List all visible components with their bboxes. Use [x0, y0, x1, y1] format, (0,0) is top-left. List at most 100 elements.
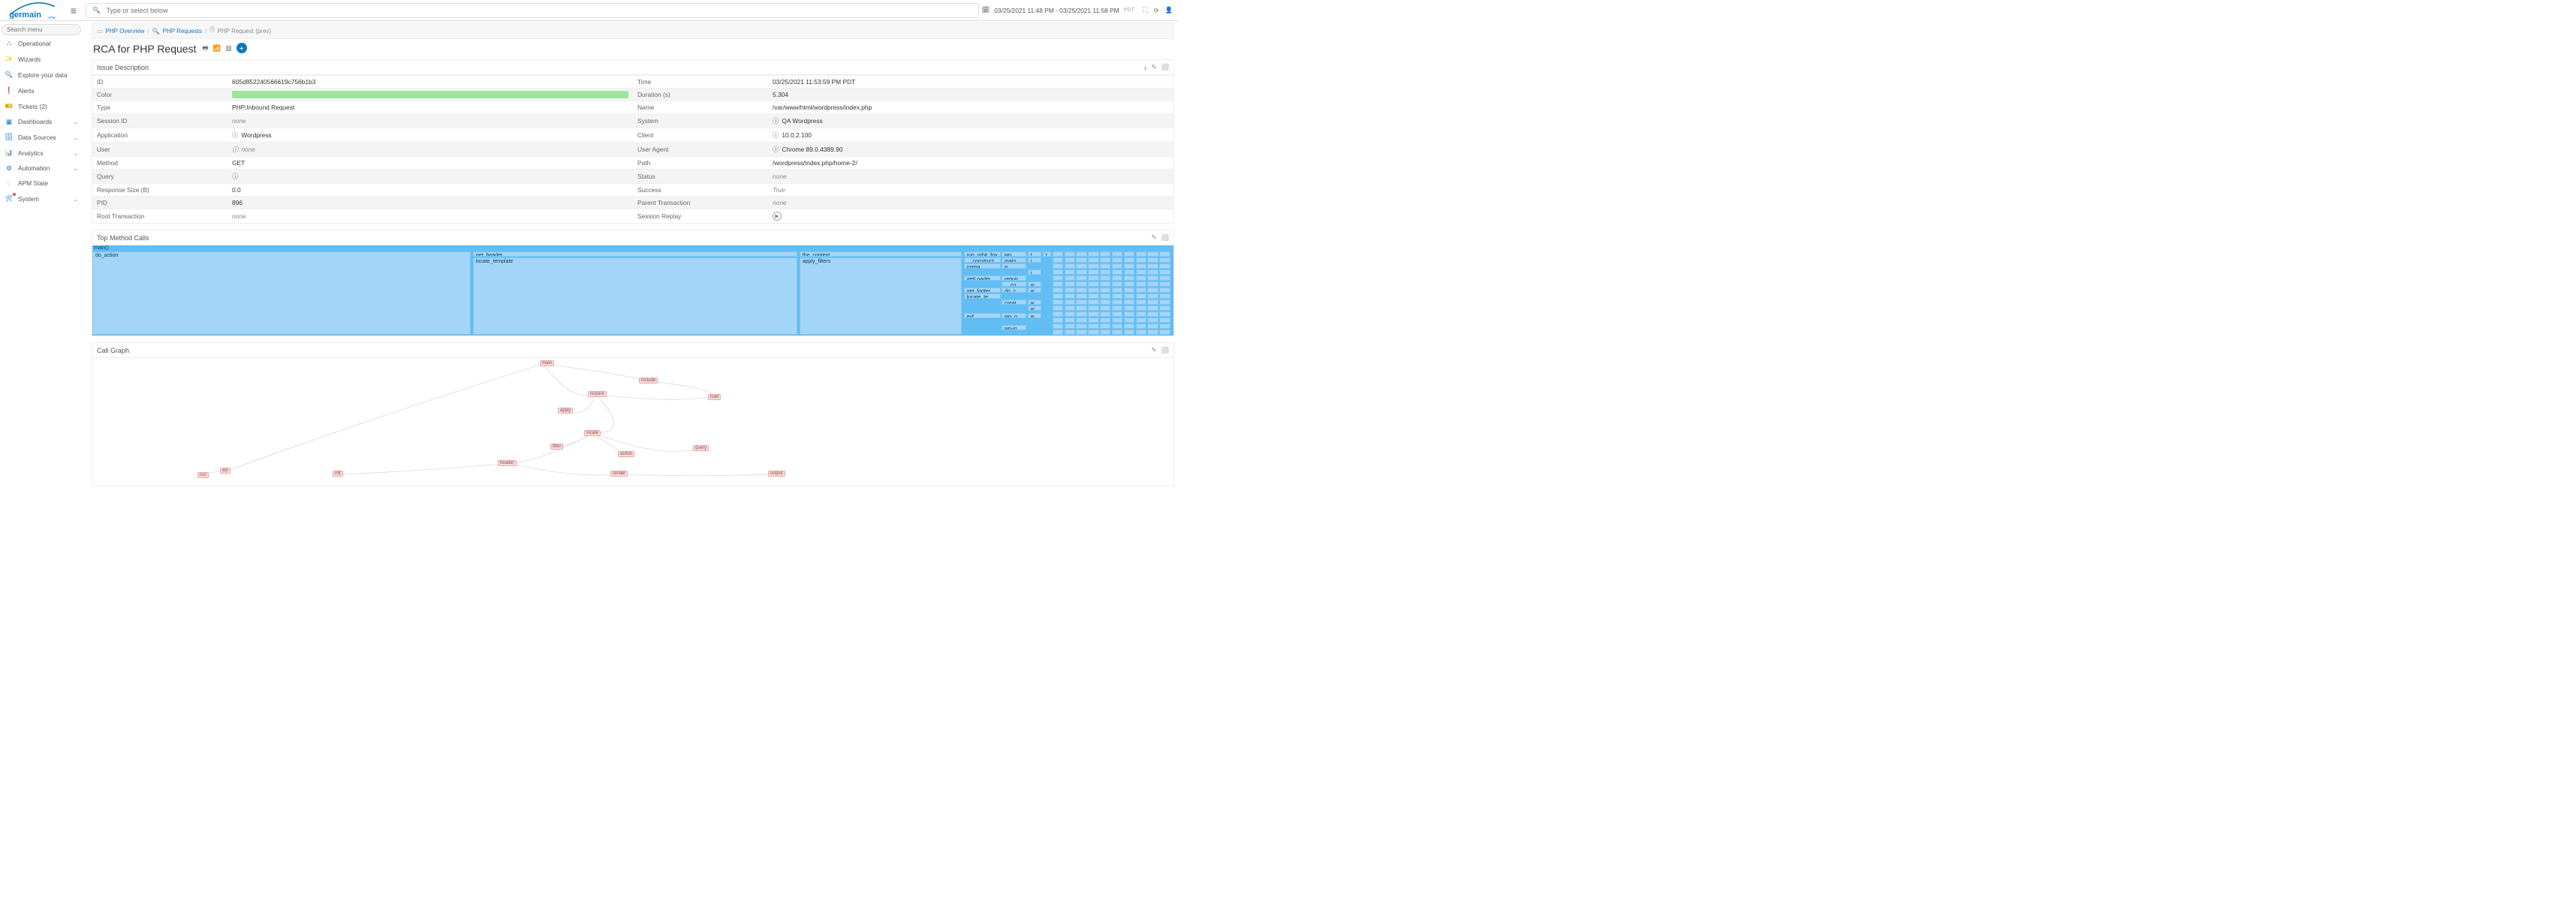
graph-node[interactable]: header	[498, 460, 517, 466]
flame-block[interactable]	[1076, 312, 1086, 317]
flame-block[interactable]	[1076, 281, 1086, 287]
flame-block[interactable]	[1076, 330, 1086, 335]
flame-block[interactable]: locate_template	[473, 257, 797, 335]
flame-block[interactable]	[1147, 257, 1158, 263]
flame-block[interactable]: inst…	[1028, 269, 1042, 275]
info-icon[interactable]: ⓘ	[232, 145, 238, 154]
flame-block[interactable]	[1136, 330, 1146, 335]
flame-block[interactable]	[1124, 257, 1134, 263]
flame-block[interactable]	[1088, 275, 1098, 281]
flame-block[interactable]	[1159, 312, 1170, 317]
global-search[interactable]: 🔍	[86, 3, 979, 18]
flame-block[interactable]	[1112, 312, 1122, 317]
flame-block[interactable]	[1136, 299, 1146, 305]
flame-block[interactable]	[1136, 263, 1146, 269]
logo[interactable]: germainAPM	[0, 2, 65, 19]
flame-block[interactable]	[1112, 281, 1122, 287]
flame-block[interactable]	[1112, 299, 1122, 305]
expand-icon[interactable]: ⬜	[1161, 233, 1169, 242]
flame-block[interactable]	[1159, 299, 1170, 305]
flame-block[interactable]	[1100, 275, 1110, 281]
call-graph[interactable]: main include require apply locate filter…	[92, 358, 1174, 486]
flame-block[interactable]	[1088, 293, 1098, 299]
flame-block[interactable]: main	[1002, 257, 1026, 263]
flame-block[interactable]	[1053, 275, 1063, 281]
graph-node[interactable]: action	[618, 451, 634, 457]
graph-node[interactable]: output	[768, 471, 785, 477]
flame-block[interactable]	[1100, 281, 1110, 287]
flame-block[interactable]	[1112, 263, 1122, 269]
flame-block[interactable]: wp_not_i…	[1002, 313, 1026, 318]
flame-block[interactable]	[1053, 269, 1063, 275]
flame-block[interactable]	[1147, 263, 1158, 269]
flame-block[interactable]	[1053, 281, 1063, 287]
flame-block[interactable]	[1124, 263, 1134, 269]
flame-block[interactable]	[1124, 312, 1134, 317]
info-icon[interactable]: ⓘ	[773, 145, 779, 154]
flame-block[interactable]	[1147, 269, 1158, 275]
sidebar-item-analytics[interactable]: 📊Analytics⌄	[2, 145, 81, 161]
flame-block[interactable]: get_footer	[964, 287, 1001, 293]
flame-block[interactable]	[1088, 251, 1098, 257]
sidebar-item-alerts[interactable]: ❗Alerts	[2, 83, 81, 98]
flame-block[interactable]	[1065, 330, 1075, 335]
flame-block[interactable]: getLoader	[964, 275, 1001, 281]
flame-block[interactable]	[1053, 293, 1063, 299]
flame-block[interactable]	[1065, 324, 1075, 329]
flame-block[interactable]: wp-inclu…	[1002, 325, 1026, 330]
edit-icon[interactable]: ✎	[1152, 233, 1157, 242]
flame-block[interactable]	[1124, 318, 1134, 323]
flame-block[interactable]	[1112, 330, 1122, 335]
flame-block[interactable]	[1065, 293, 1075, 299]
flame-block[interactable]	[1124, 293, 1134, 299]
sidebar-item-operational[interactable]: ⛬Operational	[2, 35, 81, 51]
graph-node[interactable]: main	[540, 360, 554, 366]
flame-block[interactable]: evf	[964, 313, 1001, 318]
flame-block[interactable]	[1112, 318, 1122, 323]
flame-block[interactable]	[1100, 257, 1110, 263]
flame-block[interactable]	[1112, 305, 1122, 311]
graph-node[interactable]: locate	[584, 430, 601, 436]
global-search-input[interactable]	[104, 6, 972, 15]
flame-block[interactable]	[1100, 312, 1110, 317]
breadcrumb-item[interactable]: PHP Requests	[163, 28, 202, 35]
flame-block[interactable]	[1076, 251, 1086, 257]
graph-node[interactable]: require	[588, 391, 607, 397]
flame-block[interactable]	[1053, 330, 1063, 335]
flame-block[interactable]	[1159, 257, 1170, 263]
flame-block[interactable]	[1076, 257, 1086, 263]
flame-block[interactable]	[1053, 312, 1063, 317]
flame-block[interactable]	[1100, 318, 1110, 323]
flamegraph[interactable]: main()do_actionget_headerlocate_template…	[92, 245, 1174, 336]
user-icon[interactable]: 👤	[1165, 6, 1173, 14]
flame-block[interactable]	[1076, 293, 1086, 299]
flame-block[interactable]	[1159, 324, 1170, 329]
expand-icon[interactable]: ⬜	[1161, 63, 1169, 71]
flame-block[interactable]	[1053, 299, 1063, 305]
flame-block[interactable]	[1136, 275, 1146, 281]
breadcrumb-item[interactable]: PHP Overview	[106, 28, 145, 35]
flame-block[interactable]	[1124, 305, 1134, 311]
graph-node[interactable]: render	[610, 471, 628, 477]
flame-block[interactable]	[1147, 287, 1158, 293]
flame-block[interactable]	[1112, 293, 1122, 299]
flame-block[interactable]: __construct	[964, 257, 1001, 263]
date-range-picker[interactable]: 🗓 03/25/2021 11:48 PM - 03/25/2021 11:58…	[982, 6, 1137, 14]
info-icon[interactable]: ⓘ	[232, 172, 238, 181]
flame-block[interactable]: require_w…	[1002, 275, 1026, 281]
info-icon[interactable]: ⓘ	[773, 116, 779, 125]
sidebar-search-input[interactable]	[2, 24, 81, 35]
flame-block[interactable]	[1088, 281, 1098, 287]
print-icon[interactable]: 🖶	[202, 44, 208, 52]
flame-block[interactable]	[1088, 318, 1098, 323]
flame-block[interactable]: wp-i…	[1028, 305, 1042, 311]
flame-block[interactable]: do_action	[92, 251, 471, 335]
flame-block[interactable]	[1065, 299, 1075, 305]
graph-node[interactable]: run	[197, 472, 209, 478]
flame-block[interactable]	[1159, 293, 1170, 299]
flame-block[interactable]	[1124, 324, 1134, 329]
flame-root[interactable]: main()	[94, 245, 109, 251]
flame-block[interactable]	[1065, 269, 1075, 275]
flame-block[interactable]: inst…	[1028, 257, 1042, 263]
flame-block[interactable]	[1088, 269, 1098, 275]
